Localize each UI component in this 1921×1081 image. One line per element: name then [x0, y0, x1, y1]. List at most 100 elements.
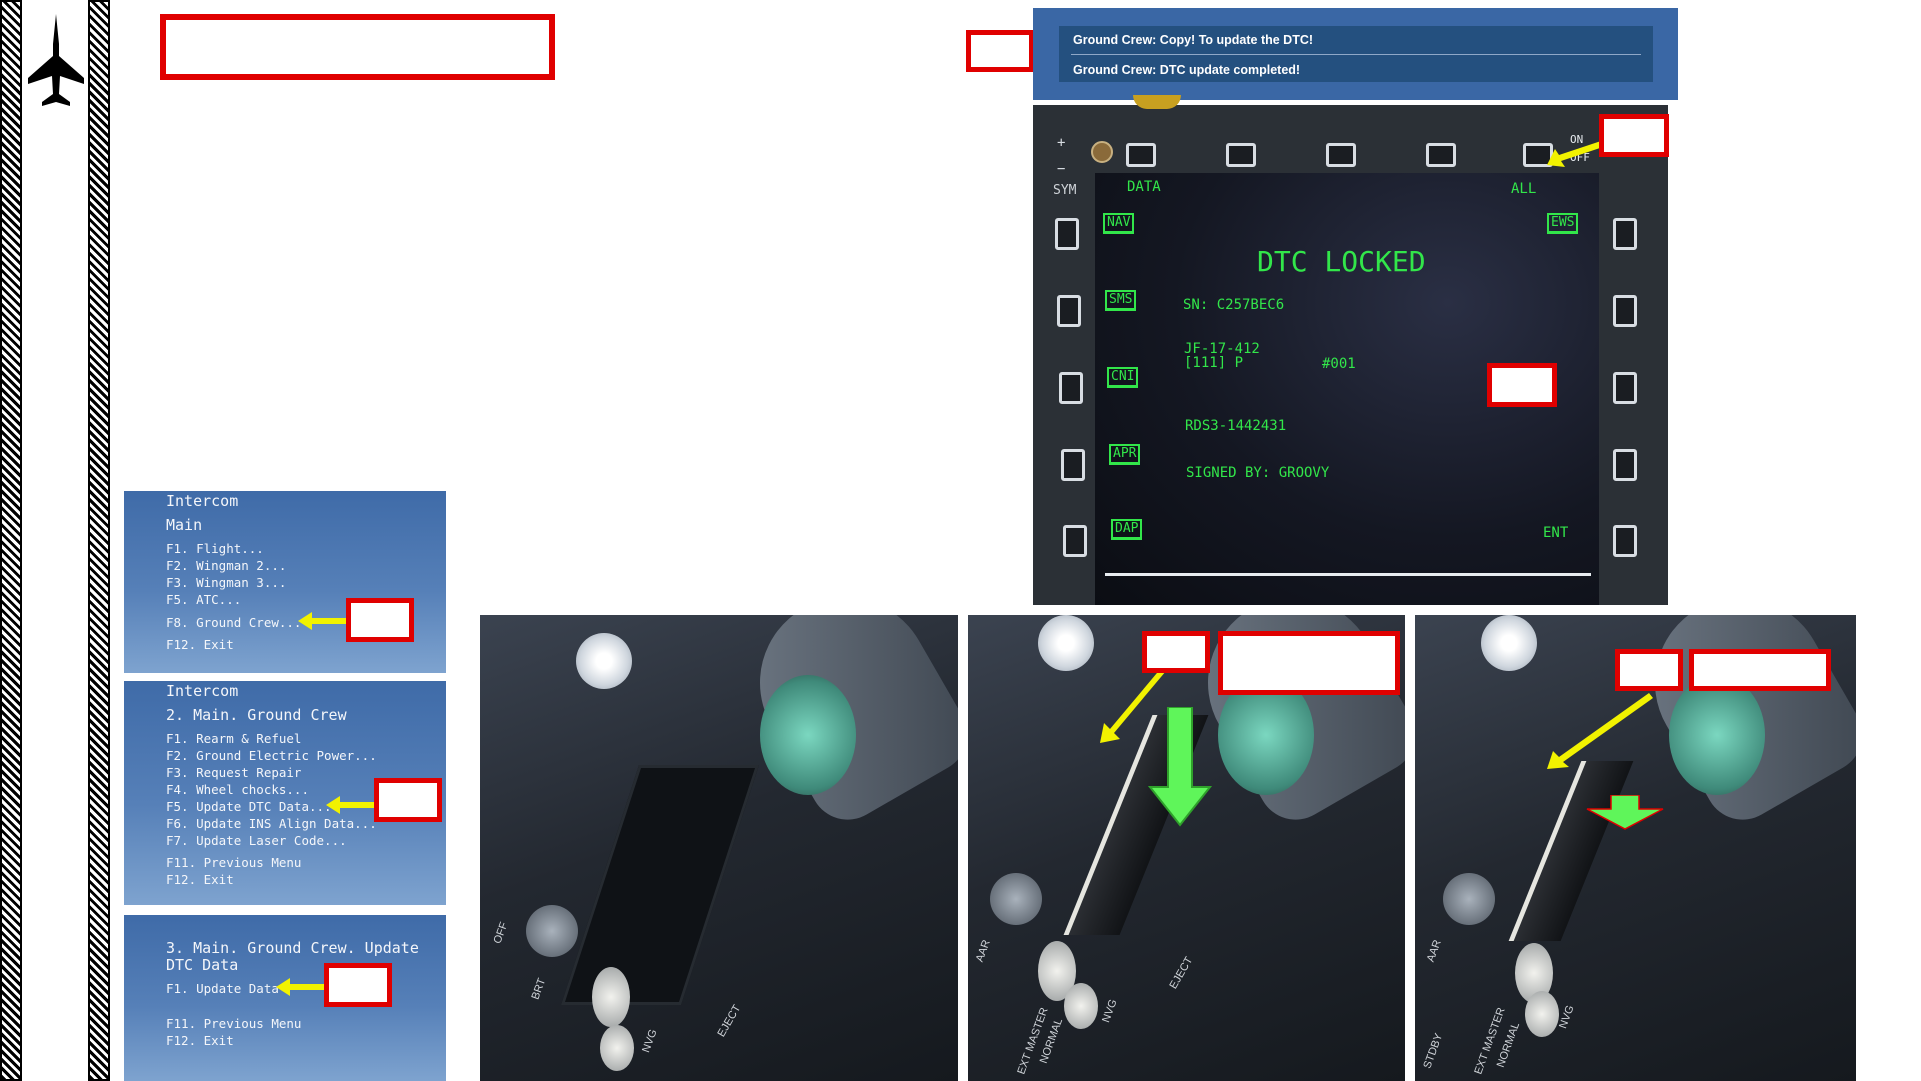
yellow-arrow-icon — [1100, 667, 1166, 743]
message-line: Ground Crew: Copy! To update the DTC! — [1073, 33, 1314, 47]
osb-right-2[interactable] — [1613, 295, 1637, 327]
message-line: Ground Crew: DTC update completed! — [1073, 63, 1301, 77]
cartridge-number: #001 — [1322, 356, 1356, 372]
menu-item-request-repair[interactable]: F3. Request Repair — [166, 765, 301, 780]
yellow-arrow-icon — [1547, 693, 1653, 769]
dtc-status: DTC LOCKED — [1257, 245, 1426, 278]
minus-label: − — [1057, 161, 1066, 177]
osb-left-4[interactable] — [1061, 449, 1085, 481]
brightness-knob-icon[interactable] — [526, 905, 578, 957]
menu-item-ground-crew[interactable]: F8. Ground Crew... — [166, 615, 301, 630]
menu-item-update-ins[interactable]: F6. Update INS Align Data... — [166, 816, 377, 831]
indicator-lamp-icon — [1133, 95, 1181, 109]
osb-top-2[interactable] — [1226, 143, 1256, 167]
menu-item-exit[interactable]: F12. Exit — [166, 872, 234, 887]
cockpit-photo-seated: STDBY AAR NVG EXT MASTER NORMAL — [1415, 615, 1856, 1081]
osb-left-3[interactable] — [1059, 372, 1083, 404]
step-callout-box — [1615, 649, 1683, 691]
power-callout-box — [1599, 114, 1669, 157]
green-arrow-down-icon — [1586, 795, 1664, 830]
lamp-lens-icon — [760, 675, 856, 795]
message-bar-inner: Ground Crew: Copy! To update the DTC! Gr… — [1059, 26, 1653, 82]
osb-top-4[interactable] — [1426, 143, 1456, 167]
cockpit-photo-inserting: EJECT AAR NVG EXT MASTER NORMAL — [968, 615, 1405, 1081]
osb-label-ews: EWS — [1547, 213, 1579, 234]
osb-left-5[interactable] — [1063, 525, 1087, 557]
off-label: OFF — [491, 920, 511, 946]
brightness-knob-icon[interactable] — [1443, 873, 1495, 925]
menu-item-exit[interactable]: F12. Exit — [166, 637, 234, 652]
code-line: [111] P — [1184, 355, 1244, 371]
osb-right-3[interactable] — [1613, 372, 1637, 404]
menu-item-rearm-refuel[interactable]: F1. Rearm & Refuel — [166, 731, 301, 746]
serial-number: SN: C257BEC6 — [1183, 297, 1285, 313]
intercom-update-dtc-panel: 3. Main. Ground Crew. Update DTC Data F1… — [124, 915, 446, 1081]
eject-label: EJECT — [715, 1002, 744, 1040]
menu-item-wheel-chocks[interactable]: F4. Wheel chocks... — [166, 782, 309, 797]
osb-label-nav: NAV — [1103, 213, 1135, 234]
stdby-label: STDBY — [1421, 1031, 1446, 1071]
menu-item-exit[interactable]: F12. Exit — [166, 1033, 234, 1048]
description-callout-box — [1218, 631, 1400, 695]
menu-item-previous[interactable]: F11. Previous Menu — [166, 855, 301, 870]
brightness-knob-icon[interactable] — [1091, 141, 1113, 163]
message-callout-box — [966, 30, 1034, 72]
light-knob-icon — [1038, 615, 1094, 671]
yellow-arrow-icon — [298, 612, 346, 630]
jet-icon — [26, 14, 86, 109]
dtc-cartridge[interactable] — [1508, 761, 1634, 941]
light-knob-icon — [576, 633, 632, 689]
nvg-label: NVG — [640, 1027, 660, 1055]
menu-item-previous[interactable]: F11. Previous Menu — [166, 1016, 301, 1031]
step-callout-box — [324, 963, 392, 1007]
osb-left-1[interactable] — [1055, 218, 1079, 250]
osb-label-apr: APR — [1109, 444, 1141, 465]
osb-right-5[interactable] — [1613, 525, 1637, 557]
signed-by: SIGNED BY: GROOVY — [1186, 465, 1330, 481]
mfd-bezel: + − SYM ON OFF DATA ALL NAV SMS CNI APR … — [1033, 95, 1669, 605]
dtc-status-callout-box — [1487, 363, 1557, 407]
osb-top-3[interactable] — [1326, 143, 1356, 167]
menu-item-wingman-3[interactable]: F3. Wingman 3... — [166, 575, 286, 590]
light-knob-icon — [1481, 615, 1537, 671]
description-callout-box — [1689, 649, 1831, 691]
brightness-knob-icon[interactable] — [990, 873, 1042, 925]
osb-left-2[interactable] — [1057, 295, 1081, 327]
osb-right-1[interactable] — [1613, 218, 1637, 250]
menu-item-update-dtc[interactable]: F5. Update DTC Data... — [166, 799, 332, 814]
message-divider — [1071, 54, 1641, 55]
ent-label: ENT — [1543, 525, 1569, 541]
intercom-main-panel: Intercom Main F1. Flight... F2. Wingman … — [124, 491, 446, 673]
intercom-subtitle: 2. Main. Ground Crew — [166, 706, 347, 724]
menu-item-wingman-2[interactable]: F2. Wingman 2... — [166, 558, 286, 573]
dtc-slot[interactable] — [561, 765, 759, 1005]
nvg-label: NVG — [1557, 1003, 1577, 1031]
sym-label: SYM — [1053, 183, 1077, 198]
toggle-switch-icon[interactable] — [600, 1025, 634, 1071]
intercom-subtitle: 3. Main. Ground Crew. Update — [166, 939, 419, 957]
osb-top-1[interactable] — [1126, 143, 1156, 167]
screen-baseline — [1105, 573, 1591, 576]
yellow-arrow-icon — [276, 978, 324, 996]
toggle-switch-icon[interactable] — [592, 967, 630, 1027]
step-callout-box — [1142, 631, 1210, 673]
plus-label: + — [1057, 135, 1066, 151]
sidebar-stripe-right — [88, 0, 110, 1081]
intercom-title: Intercom — [166, 682, 239, 700]
cockpit-photo-before: EJECT BRT OFF NVG — [480, 615, 958, 1081]
aar-label: AAR — [1424, 938, 1444, 964]
menu-item-atc[interactable]: F5. ATC... — [166, 592, 241, 607]
rds-code: RDS3-1442431 — [1185, 418, 1287, 434]
nvg-label: NVG — [1100, 997, 1120, 1025]
brt-label: BRT — [529, 976, 549, 1002]
data-label: DATA — [1127, 179, 1161, 195]
menu-item-update-laser[interactable]: F7. Update Laser Code... — [166, 833, 347, 848]
menu-item-ground-power[interactable]: F2. Ground Electric Power... — [166, 748, 377, 763]
all-label: ALL — [1511, 181, 1537, 197]
menu-item-flight[interactable]: F1. Flight... — [166, 541, 264, 556]
osb-right-4[interactable] — [1613, 449, 1637, 481]
menu-item-update-data[interactable]: F1. Update Data — [166, 981, 279, 996]
toggle-switch-icon[interactable] — [1064, 983, 1098, 1029]
toggle-switch-icon[interactable] — [1525, 991, 1559, 1037]
lamp-lens-icon — [1669, 675, 1765, 795]
